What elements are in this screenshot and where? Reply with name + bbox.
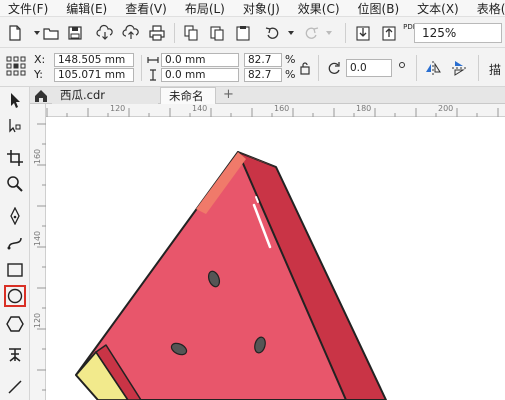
width-field[interactable]: 0.0 mm bbox=[161, 53, 239, 67]
pen-tool-icon[interactable] bbox=[4, 205, 26, 227]
shape-tool-icon[interactable] bbox=[4, 115, 26, 137]
mirror-horizontal-icon[interactable] bbox=[424, 59, 442, 77]
export-icon[interactable] bbox=[378, 22, 400, 44]
crop-tool-icon[interactable] bbox=[4, 147, 26, 169]
property-separator bbox=[318, 55, 319, 81]
rectangle-tool-icon[interactable] bbox=[4, 259, 26, 281]
menu-file[interactable]: 文件(F) bbox=[0, 0, 56, 17]
menu-table[interactable]: 表格(T) bbox=[467, 0, 505, 17]
rotation-icon bbox=[326, 60, 342, 76]
menu-layout[interactable]: 布局(L) bbox=[175, 0, 233, 17]
text-tool-icon[interactable] bbox=[4, 343, 26, 365]
zoom-tool-icon[interactable] bbox=[4, 173, 26, 195]
toolbox bbox=[0, 87, 30, 400]
cut-icon[interactable] bbox=[180, 22, 202, 44]
x-position-field[interactable]: 148.505 mm bbox=[54, 53, 134, 67]
polygon-tool-icon[interactable] bbox=[4, 313, 26, 335]
new-document-icon[interactable] bbox=[4, 22, 26, 44]
tab-label: 西瓜.cdr bbox=[60, 88, 106, 102]
watermelon-illustration[interactable] bbox=[46, 117, 505, 400]
height-field[interactable]: 0.0 mm bbox=[161, 68, 239, 82]
property-separator bbox=[478, 55, 479, 81]
toolbar-separator bbox=[174, 23, 175, 43]
ruler-tick-label: 140 bbox=[33, 230, 43, 247]
save-icon[interactable] bbox=[64, 22, 86, 44]
ruler-tick-label: 180 bbox=[356, 104, 372, 113]
cloud-upload-icon[interactable] bbox=[120, 22, 142, 44]
menu-bar: 文件(F) 编辑(E) 查看(V) 布局(L) 对象(J) 效果(C) 位图(B… bbox=[0, 0, 505, 17]
zoom-level-select[interactable]: 125% bbox=[414, 23, 502, 43]
width-icon bbox=[147, 54, 159, 66]
undo-dropdown-icon[interactable] bbox=[280, 22, 302, 44]
import-icon[interactable] bbox=[352, 22, 374, 44]
y-label: Y: bbox=[34, 68, 43, 81]
menu-edit[interactable]: 编辑(E) bbox=[56, 0, 115, 17]
horizontal-ruler[interactable]: 120 140 160 180 200 bbox=[46, 104, 505, 117]
ruler-tick-label: 160 bbox=[33, 148, 43, 165]
ruler-tick-label: 140 bbox=[192, 104, 208, 113]
ruler-tick-label: 160 bbox=[274, 104, 290, 113]
open-folder-icon[interactable] bbox=[40, 22, 62, 44]
menu-effects[interactable]: 效果(C) bbox=[288, 0, 348, 17]
menu-view[interactable]: 查看(V) bbox=[115, 0, 175, 17]
scale-x-percent: % bbox=[285, 53, 296, 66]
copy-icon[interactable] bbox=[206, 22, 228, 44]
redo-dropdown-icon[interactable] bbox=[318, 22, 340, 44]
property-separator bbox=[141, 55, 142, 81]
ruler-tick-label: 120 bbox=[110, 104, 126, 113]
toolbar-separator bbox=[345, 23, 346, 43]
paste-icon[interactable] bbox=[232, 22, 254, 44]
tab-untitled-1[interactable]: 未命名 -1* bbox=[160, 87, 216, 119]
ellipse-tool-icon[interactable] bbox=[4, 285, 26, 307]
drawing-canvas[interactable] bbox=[46, 117, 505, 400]
scale-x-field[interactable]: 82.7 bbox=[244, 53, 282, 67]
curve-tool-icon[interactable] bbox=[4, 231, 26, 253]
vertical-ruler[interactable]: 160 140 120 bbox=[30, 104, 46, 400]
cloud-download-icon[interactable] bbox=[94, 22, 116, 44]
height-icon bbox=[147, 69, 159, 81]
rotation-unit-icon bbox=[397, 61, 407, 75]
lock-ratio-icon[interactable] bbox=[298, 61, 312, 75]
ruler-tick-label: 200 bbox=[438, 104, 454, 113]
scale-y-field[interactable]: 82.7 bbox=[244, 68, 282, 82]
property-separator bbox=[416, 55, 417, 81]
new-tab-button[interactable]: + bbox=[220, 87, 238, 104]
y-position-field[interactable]: 105.071 mm bbox=[54, 68, 134, 82]
line-tool-icon[interactable] bbox=[4, 375, 26, 397]
menu-bitmaps[interactable]: 位图(B) bbox=[348, 0, 408, 17]
property-bar: X: Y: 148.505 mm 105.071 mm 0.0 mm 0.0 m… bbox=[0, 49, 505, 87]
x-label: X: bbox=[34, 53, 46, 66]
scale-y-percent: % bbox=[285, 68, 296, 81]
object-origin-icon[interactable] bbox=[5, 55, 27, 77]
pick-tool-icon[interactable] bbox=[4, 89, 26, 111]
rotation-angle-field[interactable]: 0.0 bbox=[346, 59, 392, 77]
outline-label: 描 bbox=[489, 63, 502, 77]
standard-toolbar: PDF 125% bbox=[0, 18, 505, 48]
mirror-vertical-icon[interactable] bbox=[450, 59, 468, 77]
print-icon[interactable] bbox=[146, 22, 168, 44]
tab-watermelon-file[interactable]: 西瓜.cdr bbox=[52, 87, 158, 104]
menu-text[interactable]: 文本(X) bbox=[407, 0, 467, 17]
ruler-tick-label: 120 bbox=[33, 312, 43, 329]
document-tabs: 西瓜.cdr 未命名 -1* + bbox=[0, 87, 505, 119]
home-icon[interactable] bbox=[34, 89, 48, 103]
menu-object[interactable]: 对象(J) bbox=[233, 0, 288, 17]
